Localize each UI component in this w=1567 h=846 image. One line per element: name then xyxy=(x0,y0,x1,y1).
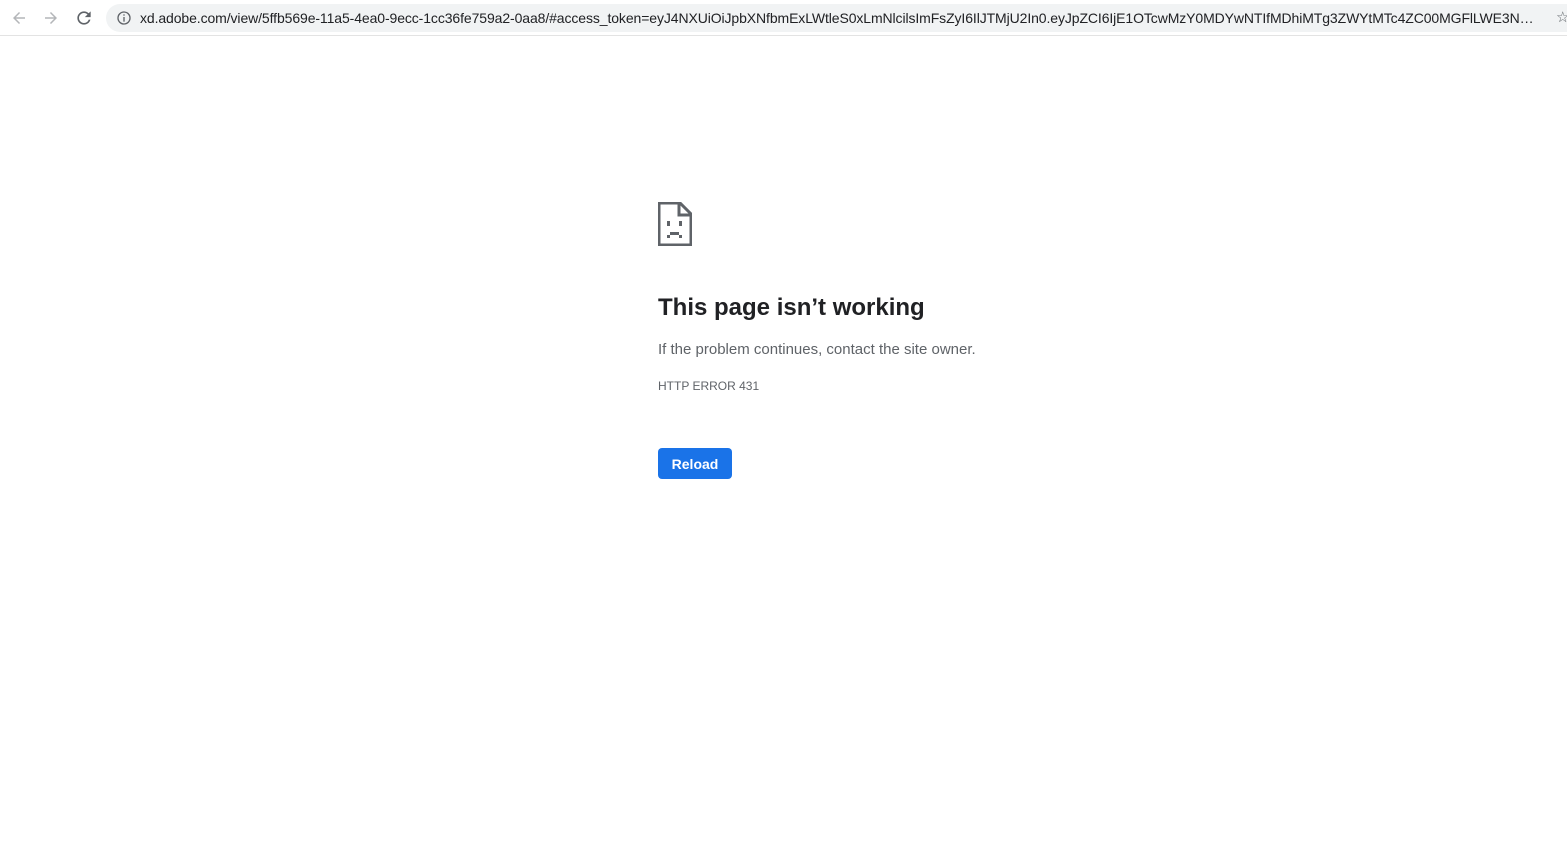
reload-icon xyxy=(77,11,91,25)
sad-page-icon xyxy=(658,202,692,246)
arrow-left-icon xyxy=(13,12,25,24)
arrow-right-icon xyxy=(45,12,57,24)
url-text[interactable]: xd.adobe.com/view/5ffb569e-11a5-4ea0-9ec… xyxy=(140,4,1540,32)
back-button[interactable] xyxy=(7,6,31,30)
forward-button[interactable] xyxy=(39,6,63,30)
star-icon[interactable]: ☆ xyxy=(1556,9,1567,27)
address-bar[interactable]: xd.adobe.com/view/5ffb569e-11a5-4ea0-9ec… xyxy=(106,4,1567,32)
error-heading: This page isn’t working xyxy=(658,294,925,321)
browser-reload-button[interactable] xyxy=(72,6,96,30)
browser-toolbar: xd.adobe.com/view/5ffb569e-11a5-4ea0-9ec… xyxy=(0,0,1567,36)
error-message: If the problem continues, contact the si… xyxy=(658,341,976,358)
reload-button[interactable]: Reload xyxy=(658,448,732,479)
error-code: HTTP ERROR 431 xyxy=(658,379,760,393)
info-icon[interactable] xyxy=(116,10,132,26)
